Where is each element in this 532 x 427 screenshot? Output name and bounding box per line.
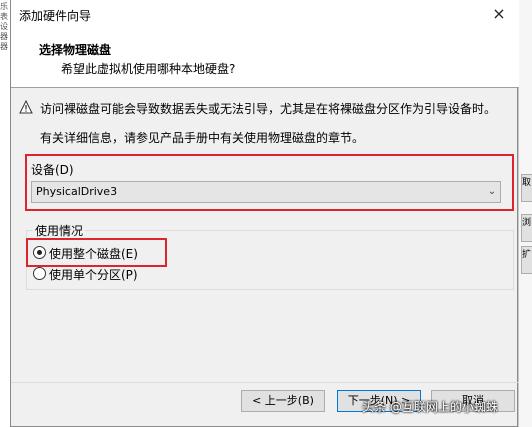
info-text: 有关详细信息，请参见产品手册中有关使用物理磁盘的章节。	[40, 131, 365, 145]
background-button[interactable]: 扩	[521, 246, 532, 274]
use-single-partition-label[interactable]: 使用单个分区(P)	[49, 266, 138, 283]
warning-text: 访问裸磁盘可能会导致数据丢失或无法引导，尤其是在将裸磁盘分区作为引导设备时。	[40, 102, 497, 116]
page-title: 选择物理磁盘	[39, 43, 112, 57]
back-button[interactable]: < 上一步(B)	[241, 390, 325, 412]
background-right-strip: 取 浏 扩	[518, 0, 532, 427]
warning-icon	[19, 100, 33, 114]
close-icon[interactable]: ×	[489, 4, 509, 24]
background-char: 器	[0, 42, 8, 51]
title-bar[interactable]: 添加硬件向导 ×	[11, 0, 519, 30]
footer-divider	[11, 382, 519, 383]
background-button[interactable]: 浏	[521, 214, 532, 242]
highlight-box-device	[25, 154, 514, 211]
highlight-box-radio	[26, 238, 167, 267]
wizard-header: 选择物理磁盘 希望此虚拟机使用哪种本地硬盘?	[11, 30, 519, 88]
background-char: 器	[0, 32, 8, 41]
window-title: 添加硬件向导	[19, 9, 92, 23]
add-hardware-wizard-dialog: 添加硬件向导 × 选择物理磁盘 希望此虚拟机使用哪种本地硬盘? 访问裸磁盘可能会…	[10, 0, 519, 427]
background-char: 乐	[0, 2, 8, 11]
use-single-partition-radio[interactable]	[33, 267, 46, 280]
background-char: 设	[0, 22, 8, 31]
page-subtitle: 希望此虚拟机使用哪种本地硬盘?	[61, 62, 236, 76]
background-button[interactable]: 取	[521, 174, 532, 202]
usage-label: 使用情况	[33, 222, 86, 239]
watermark-text: 头条 @互联网上的小蜘蛛	[362, 400, 498, 414]
background-char: 表	[0, 12, 8, 21]
